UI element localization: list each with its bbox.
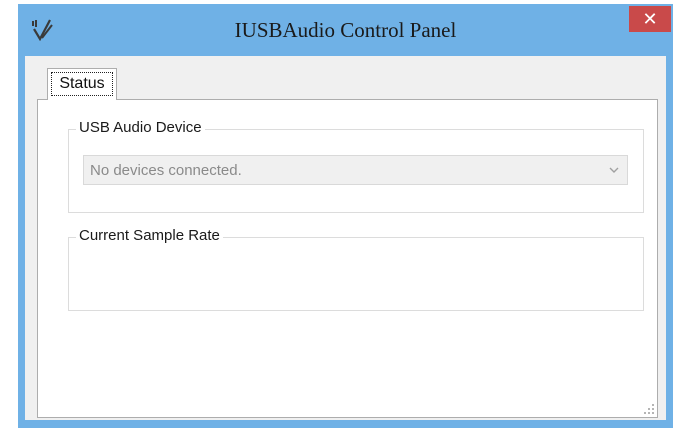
close-button[interactable]: ✕ [629,6,671,32]
client-area: Status USB Audio Device No devices conne… [25,56,666,420]
tab-status[interactable]: Status [47,68,117,100]
status-tab-panel: USB Audio Device No devices connected. C… [37,99,658,418]
resize-grip-icon[interactable] [643,403,655,415]
tab-status-label: Status [51,72,113,96]
window-title: IUSBAudio Control Panel [234,18,457,42]
current-sample-rate-label: Current Sample Rate [76,227,223,244]
device-dropdown-value: No devices connected. [90,162,242,179]
close-icon: ✕ [642,8,658,29]
device-dropdown[interactable]: No devices connected. [83,155,628,185]
usb-audio-device-group: USB Audio Device No devices connected. [68,119,644,213]
title-bar[interactable]: IUSBAudio Control Panel ✕ [18,4,673,54]
current-sample-rate-group: Current Sample Rate [68,227,644,311]
control-panel-window: IUSBAudio Control Panel ✕ Status USB Aud… [18,4,673,428]
chevron-down-icon [609,167,619,173]
usb-audio-device-label: USB Audio Device [76,119,205,136]
